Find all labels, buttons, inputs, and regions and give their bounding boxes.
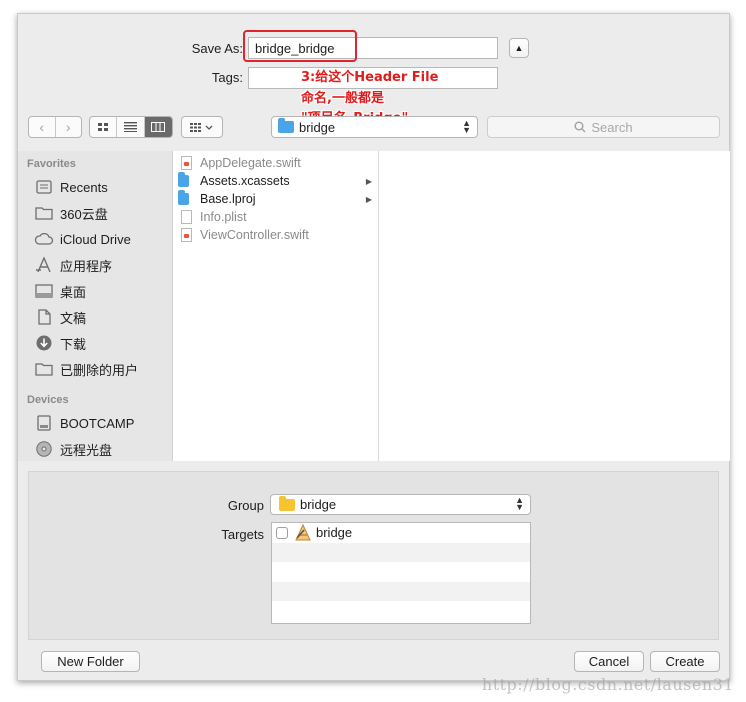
annotation-highlight-box: [243, 30, 357, 62]
applications-icon: [34, 256, 54, 274]
arrange-menu-button[interactable]: [181, 116, 223, 138]
save-as-label: Save As:: [191, 41, 243, 56]
target-row[interactable]: bridge: [272, 523, 530, 543]
sidebar-item-label: 桌面: [60, 284, 87, 300]
chevron-updown-icon: ▲ ▼: [515, 495, 524, 512]
create-button[interactable]: Create: [650, 651, 720, 672]
annotation-line-2: 命名,一般都是: [301, 91, 384, 106]
sidebar: Favorites Recents 360云盘 iCloud Drive 应用程…: [18, 151, 173, 461]
optical-disc-icon: [34, 440, 54, 458]
cancel-button[interactable]: Cancel: [574, 651, 644, 672]
disclosure-arrow-icon: ▶: [365, 176, 372, 186]
sidebar-item-label: iCloud Drive: [60, 231, 131, 247]
documents-icon: [34, 308, 54, 326]
disclosure-arrow-icon: ▶: [365, 194, 372, 204]
forward-button[interactable]: ›: [56, 117, 82, 137]
recents-icon: [34, 178, 54, 196]
empty-column: [379, 151, 730, 461]
sidebar-item-deleted-users[interactable]: 已删除的用户: [34, 358, 138, 380]
sidebar-item-desktop[interactable]: 桌面: [34, 280, 86, 302]
favorites-header: Favorites: [27, 158, 76, 170]
tags-label: Tags:: [211, 70, 243, 85]
target-empty-row: [272, 562, 530, 582]
watermark: http://blog.csdn.net/lausen31: [481, 675, 734, 694]
swift-file-icon: [178, 155, 194, 171]
sidebar-item-bootcamp[interactable]: BOOTCAMP: [34, 412, 134, 434]
file-browser-column: AppDelegate.swift Assets.xcassets ▶ Base…: [173, 151, 379, 461]
group-value: bridge: [300, 497, 337, 512]
target-empty-row: [272, 601, 530, 621]
sidebar-item-label: Recents: [60, 179, 108, 195]
file-name: Info.plist: [200, 210, 247, 224]
column-view-button[interactable]: [144, 117, 172, 137]
back-forward-control: ‹ ›: [28, 116, 82, 138]
desktop-icon: [34, 282, 54, 300]
file-item[interactable]: AppDelegate.swift: [178, 154, 374, 172]
folder-icon: [34, 204, 54, 222]
target-name: bridge: [316, 525, 353, 541]
icon-view-button[interactable]: [90, 117, 118, 137]
search-placeholder: Search: [591, 119, 633, 135]
sidebar-item-documents[interactable]: 文稿: [34, 306, 86, 328]
list-view-icon: [124, 122, 138, 132]
target-empty-row: [272, 542, 530, 562]
disk-icon: [34, 414, 54, 432]
sidebar-item-label: 360云盘: [60, 206, 108, 222]
file-item[interactable]: ViewController.swift: [178, 226, 374, 244]
swift-file-icon: [178, 227, 194, 243]
search-icon: [574, 121, 586, 133]
sidebar-item-360[interactable]: 360云盘: [34, 202, 108, 224]
location-popup[interactable]: bridge ▲ ▼: [271, 116, 478, 138]
folder-icon: [178, 172, 194, 189]
group-popup[interactable]: bridge ▲ ▼: [270, 494, 531, 515]
targets-label: Targets: [221, 527, 264, 542]
file-item[interactable]: Info.plist: [178, 208, 374, 226]
search-field[interactable]: Search: [487, 116, 720, 138]
folder-item[interactable]: Assets.xcassets ▶: [178, 172, 374, 190]
location-value: bridge: [299, 119, 336, 135]
options-panel: Group bridge ▲ ▼ Targets bridge: [28, 471, 719, 640]
sidebar-item-label: 已删除的用户: [60, 362, 139, 378]
file-name: Assets.xcassets: [200, 174, 290, 188]
sidebar-item-remote-disc[interactable]: 远程光盘: [34, 438, 112, 460]
sidebar-item-label: 远程光盘: [60, 442, 113, 458]
plist-file-icon: [178, 209, 194, 225]
sidebar-item-applications[interactable]: 应用程序: [34, 254, 112, 276]
arrange-icon: [182, 117, 222, 137]
targets-list: bridge: [271, 522, 531, 624]
chevron-up-icon: ▲: [514, 43, 524, 53]
sidebar-item-label: 应用程序: [60, 258, 113, 274]
target-checkbox[interactable]: [276, 526, 288, 539]
list-view-button[interactable]: [117, 117, 145, 137]
folder-icon: [279, 495, 295, 511]
devices-header: Devices: [27, 394, 69, 406]
new-folder-button[interactable]: New Folder: [41, 651, 140, 672]
column-view-icon: [151, 122, 166, 132]
cloud-icon: [34, 230, 54, 248]
sidebar-item-icloud-drive[interactable]: iCloud Drive: [34, 228, 131, 250]
folder-item[interactable]: Base.lproj ▶: [178, 190, 374, 208]
view-mode-control: [89, 116, 173, 138]
save-dialog: Save As: ▲ Tags: 3:给这个Header File 命名,一般都…: [17, 13, 730, 681]
sidebar-item-recents[interactable]: Recents: [34, 176, 108, 198]
folder-icon: [278, 118, 294, 133]
target-empty-row: [272, 581, 530, 601]
sidebar-item-downloads[interactable]: 下载: [34, 332, 86, 354]
back-button[interactable]: ‹: [29, 117, 56, 137]
expand-toggle-button[interactable]: ▲: [509, 38, 529, 58]
icon-view-icon: [97, 122, 108, 131]
sidebar-item-label: 下载: [60, 336, 87, 352]
annotation-line-1: 3:给这个Header File: [301, 70, 439, 85]
folder-icon: [178, 190, 194, 207]
app-target-icon: [295, 524, 311, 541]
file-name: AppDelegate.swift: [200, 156, 301, 170]
downloads-icon: [34, 334, 54, 352]
chevron-updown-icon: ▲ ▼: [462, 118, 471, 135]
file-name: ViewController.swift: [200, 228, 309, 242]
sidebar-item-label: 文稿: [60, 310, 87, 326]
file-name: Base.lproj: [200, 192, 256, 206]
group-label: Group: [227, 498, 264, 513]
folder-icon: [34, 360, 54, 378]
sidebar-item-label: BOOTCAMP: [60, 415, 135, 431]
